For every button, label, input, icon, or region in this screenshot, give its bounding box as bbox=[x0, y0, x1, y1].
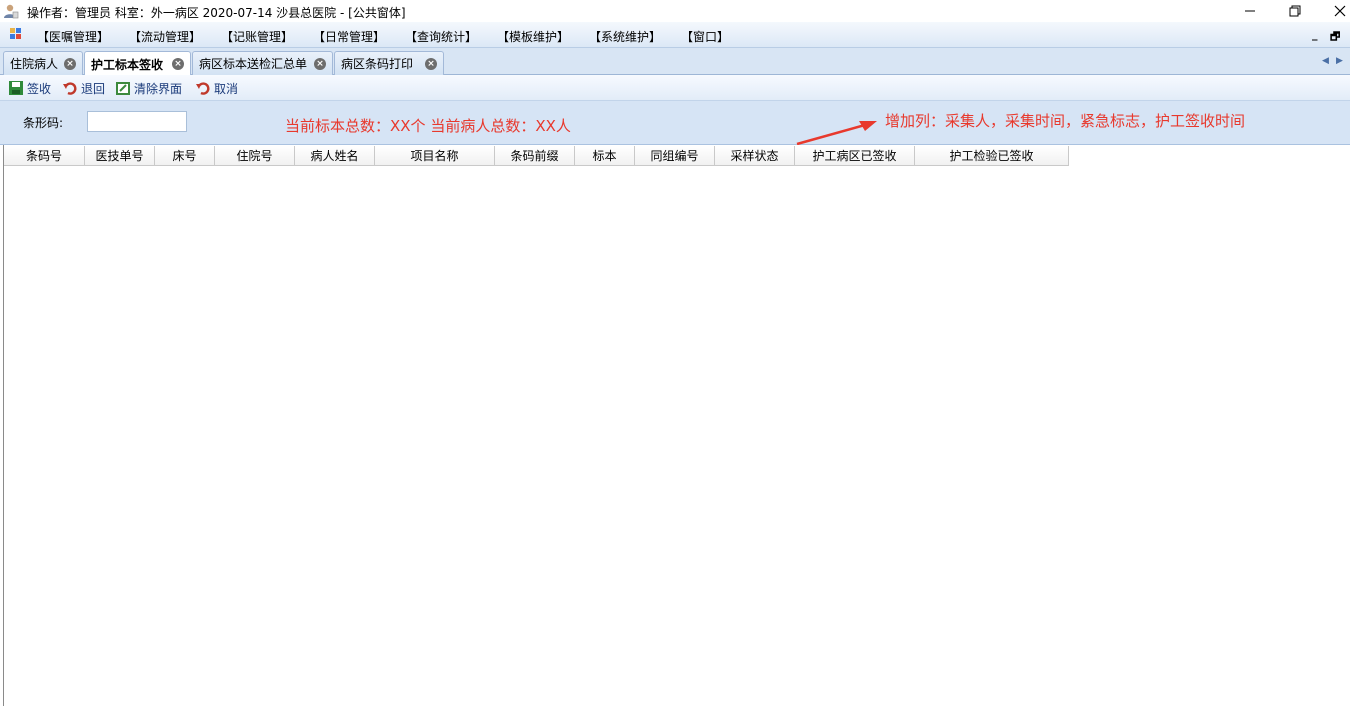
menu-flow-management[interactable]: 【流动管理】 bbox=[129, 28, 201, 45]
minimize-icon bbox=[1245, 10, 1255, 12]
mdi-restore-button[interactable]: 🗗 bbox=[1330, 28, 1340, 47]
clear-icon bbox=[116, 82, 130, 95]
tab-close-icon[interactable]: × bbox=[64, 58, 76, 70]
undo-icon bbox=[196, 82, 210, 95]
window-title: 操作者：管理员 科室：外一病区 2020-07-14 沙县总医院 - [公共窗体… bbox=[27, 6, 406, 20]
col-barcode-prefix[interactable]: 条码前缀 bbox=[495, 146, 575, 166]
tab-close-icon[interactable]: × bbox=[314, 58, 326, 70]
close-button[interactable] bbox=[1318, 0, 1350, 22]
tab-label: 病区标本送检汇总单 bbox=[199, 57, 308, 71]
col-bed-no[interactable]: 床号 bbox=[155, 146, 215, 166]
toolbar-label: 退回 bbox=[81, 81, 106, 96]
tab-label: 病区条码打印 bbox=[341, 57, 414, 71]
menu-daily-management[interactable]: 【日常管理】 bbox=[313, 28, 385, 45]
add-columns-annotation: 增加列：采集人，采集时间，紧急标志，护工签收时间 bbox=[885, 112, 1246, 130]
toolbar-label: 签收 bbox=[27, 81, 52, 96]
cancel-button[interactable]: 取消 bbox=[195, 79, 238, 97]
col-ward-received[interactable]: 护工病区已签收 bbox=[795, 146, 915, 166]
barcode-label: 条形码: bbox=[23, 116, 64, 130]
tab-scroll-right-icon[interactable]: ▶ bbox=[1336, 56, 1343, 66]
summary-annotation: 当前标本总数：XX个 当前病人总数：XX人 bbox=[285, 117, 571, 135]
app-menu-icon[interactable] bbox=[10, 28, 22, 40]
app-user-icon bbox=[4, 4, 19, 19]
tab-inpatients[interactable]: 住院病人 × bbox=[3, 51, 83, 75]
col-item-name[interactable]: 项目名称 bbox=[375, 146, 495, 166]
col-lab-received[interactable]: 护工检验已签收 bbox=[915, 146, 1069, 166]
col-patient-name[interactable]: 病人姓名 bbox=[295, 146, 375, 166]
grid-header: 条码号 医技单号 床号 住院号 病人姓名 项目名称 条码前缀 标本 同组编号 采… bbox=[4, 146, 1069, 166]
menu-template-maintenance[interactable]: 【模板维护】 bbox=[497, 28, 569, 45]
barcode-input[interactable] bbox=[87, 111, 187, 132]
close-icon bbox=[1334, 5, 1346, 17]
tab-close-icon[interactable]: × bbox=[425, 58, 437, 70]
toolbar: 签收 退回 清除界面 取消 bbox=[0, 75, 1350, 101]
save-icon bbox=[9, 81, 23, 95]
mdi-minimize-button[interactable]: _ bbox=[1312, 28, 1318, 41]
menu-order-management[interactable]: 【医嘱管理】 bbox=[37, 28, 109, 45]
tab-label: 护工标本签收 bbox=[91, 57, 164, 72]
document-tab-bar: 住院病人 × 护工标本签收 × 病区标本送检汇总单 × 病区条码打印 × ◀ ▶ bbox=[0, 48, 1350, 76]
specimen-grid: 条码号 医技单号 床号 住院号 病人姓名 项目名称 条码前缀 标本 同组编号 采… bbox=[3, 145, 1350, 706]
minimize-button[interactable] bbox=[1228, 0, 1272, 22]
menu-window[interactable]: 【窗口】 bbox=[681, 28, 729, 45]
tab-specimen-summary[interactable]: 病区标本送检汇总单 × bbox=[192, 51, 333, 75]
toolbar-label: 取消 bbox=[214, 81, 239, 96]
restore-button[interactable] bbox=[1273, 0, 1317, 22]
col-inpatient-no[interactable]: 住院号 bbox=[215, 146, 295, 166]
col-group-no[interactable]: 同组编号 bbox=[635, 146, 715, 166]
tab-scroll-left-icon[interactable]: ◀ bbox=[1322, 56, 1329, 66]
menu-billing-management[interactable]: 【记账管理】 bbox=[221, 28, 293, 45]
filter-panel: 条形码: 当前标本总数：XX个 当前病人总数：XX人 增加列：采集人，采集时间，… bbox=[0, 101, 1350, 146]
restore-icon bbox=[1289, 5, 1301, 17]
tab-label: 住院病人 bbox=[10, 57, 59, 71]
tab-barcode-print[interactable]: 病区条码打印 × bbox=[334, 51, 444, 75]
tab-close-icon[interactable]: × bbox=[172, 58, 184, 70]
menu-query-statistics[interactable]: 【查询统计】 bbox=[405, 28, 477, 45]
annotation-arrow-icon bbox=[796, 121, 877, 146]
title-bar: 操作者：管理员 科室：外一病区 2020-07-14 沙县总医院 - [公共窗体… bbox=[0, 0, 1350, 22]
return-button[interactable]: 退回 bbox=[62, 79, 105, 97]
clear-screen-button[interactable]: 清除界面 bbox=[115, 79, 182, 97]
menu-bar: 【医嘱管理】 【流动管理】 【记账管理】 【日常管理】 【查询统计】 【模板维护… bbox=[0, 22, 1350, 48]
sign-receive-button[interactable]: 签收 bbox=[8, 79, 51, 97]
toolbar-label: 清除界面 bbox=[134, 81, 183, 96]
tab-nurse-specimen-receipt[interactable]: 护工标本签收 × bbox=[84, 51, 191, 76]
col-order-no[interactable]: 医技单号 bbox=[85, 146, 155, 166]
menu-system-maintenance[interactable]: 【系统维护】 bbox=[589, 28, 661, 45]
col-specimen[interactable]: 标本 bbox=[575, 146, 635, 166]
undo-icon bbox=[63, 82, 77, 95]
col-barcode[interactable]: 条码号 bbox=[4, 146, 85, 166]
col-sampling-status[interactable]: 采样状态 bbox=[715, 146, 795, 166]
